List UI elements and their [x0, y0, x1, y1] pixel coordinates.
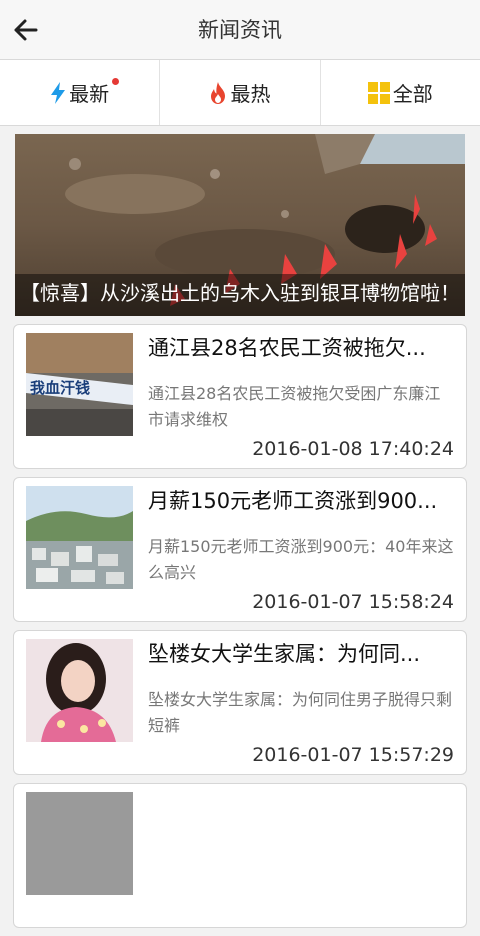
news-summary: 月薪150元老师工资涨到900元：40年来这么高兴	[148, 537, 454, 582]
flame-icon	[211, 81, 226, 104]
news-card[interactable]	[13, 783, 467, 928]
top-bar: 新闻资讯	[0, 0, 480, 60]
lightning-icon	[51, 81, 66, 104]
banner-caption: 【惊喜】从沙溪出土的乌木入驻到银耳博物馆啦！	[15, 274, 465, 316]
tab-all-label: 全部	[392, 82, 433, 106]
tab-latest-label: 最新	[69, 82, 110, 106]
news-title: 月薪150元老师工资涨到900...	[148, 489, 438, 513]
news-thumbnail	[26, 792, 133, 895]
news-card[interactable]: 坠楼女大学生家属：为何同... 坠楼女大学生家属：为何同住男子脱得只剩短裤 20…	[13, 630, 467, 775]
category-tabs: 最新 最热 全部	[0, 60, 480, 126]
news-summary: 通江县28名农民工资被拖欠受困广东廉江市请求维权	[148, 384, 441, 429]
news-thumbnail	[26, 486, 133, 589]
news-thumbnail: 我血汗钱	[26, 333, 133, 436]
news-time: 2016-01-07 15:57:29	[252, 744, 454, 766]
svg-text:我血汗钱: 我血汗钱	[30, 379, 90, 397]
news-time: 2016-01-08 17:40:24	[252, 438, 454, 460]
news-title: 通江县28名农民工资被拖欠...	[148, 336, 426, 360]
news-thumbnail	[26, 639, 133, 742]
page-title: 新闻资讯	[198, 18, 282, 42]
news-summary: 坠楼女大学生家属：为何同住男子脱得只剩短裤	[148, 690, 453, 735]
tab-hottest-label: 最热	[230, 82, 271, 106]
news-title: 坠楼女大学生家属：为何同...	[148, 642, 421, 666]
tab-all[interactable]: 全部	[321, 60, 480, 125]
news-list: 我血汗钱 通江县28名农民工资被拖欠... 通江县28名农民工资被拖欠受困广东廉…	[13, 324, 467, 936]
new-badge	[112, 78, 120, 85]
grid-icon	[367, 81, 390, 104]
featured-banner[interactable]: 【惊喜】从沙溪出土的乌木入驻到银耳博物馆啦！	[15, 134, 465, 316]
news-time: 2016-01-07 15:58:24	[252, 591, 454, 613]
news-card[interactable]: 我血汗钱 通江县28名农民工资被拖欠... 通江县28名农民工资被拖欠受困广东廉…	[13, 324, 467, 469]
tab-latest[interactable]: 最新	[0, 60, 161, 125]
tab-hottest[interactable]: 最热	[160, 60, 321, 125]
news-card[interactable]: 月薪150元老师工资涨到900... 月薪150元老师工资涨到900元：40年来…	[13, 477, 467, 622]
